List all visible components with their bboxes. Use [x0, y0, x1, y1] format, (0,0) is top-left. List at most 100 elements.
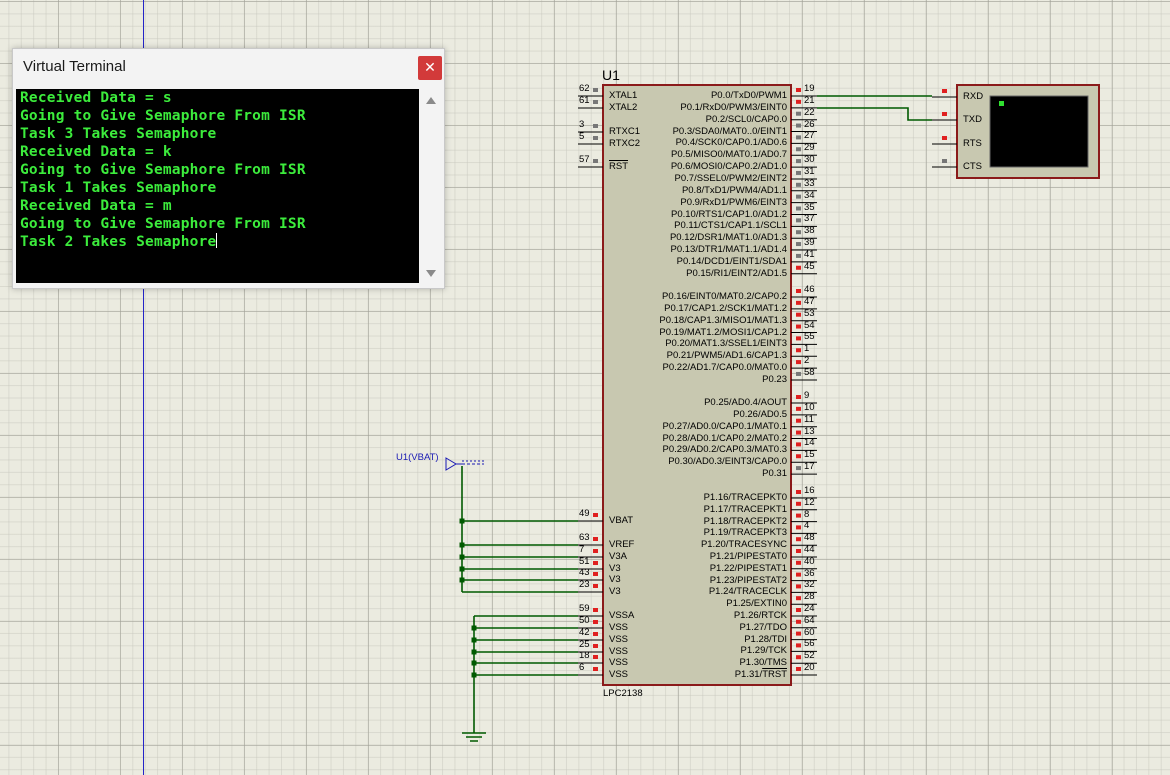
wire[interactable] [817, 107, 932, 121]
window-title: Virtual Terminal [23, 58, 126, 75]
pin-marker [593, 655, 598, 659]
terminal-output[interactable]: Received Data = s Going to Give Semaphore… [16, 89, 419, 283]
pin-number: 36 [804, 567, 815, 579]
pin-number: 63 [579, 532, 590, 543]
vterm-pin-label: RXD [963, 91, 984, 102]
pin-number: 9 [804, 390, 810, 401]
scrollbar[interactable] [422, 89, 440, 283]
pin-label: P0.11/CTS1/CAP1.1/SCL1 [674, 220, 787, 232]
pin-label: P0.5/MISO0/MAT0.1/AD0.7 [671, 149, 787, 161]
pin-marker [593, 584, 598, 588]
terminal-line: Received Data = s [20, 90, 172, 106]
pin-marker [796, 265, 801, 270]
pin-marker [796, 170, 801, 175]
junction-dot [471, 660, 477, 666]
pin-marker [593, 537, 598, 541]
pin-label: V3 [609, 574, 621, 585]
pin-number: 17 [804, 461, 815, 473]
pin-label: P0.2/SCL0/CAP0.0 [705, 113, 787, 125]
pin-number: 53 [804, 307, 815, 319]
pin-number: 37 [804, 213, 815, 225]
pin-label: XTAL2 [609, 102, 638, 113]
pin-marker [593, 136, 598, 140]
pin-marker [796, 395, 801, 399]
pin-label: VSS [609, 657, 629, 668]
pin-marker [796, 300, 801, 305]
pin-label: P0.26/AD0.5 [733, 408, 787, 420]
pin-number: 48 [804, 532, 815, 544]
pin-number: 27 [804, 130, 815, 142]
pin-marker [796, 418, 801, 423]
pin-label: P0.27/AD0.0/CAP0.1/MAT0.1 [662, 420, 787, 432]
pin-label: P0.21/PWM5/AD1.6/CAP1.3 [666, 350, 787, 362]
pin-label: P1.27/TDO [739, 621, 787, 633]
close-icon[interactable]: ✕ [418, 56, 442, 80]
pin-number: 14 [804, 437, 815, 449]
pin-label: P1.28/TDI [744, 633, 787, 645]
pin-marker [942, 89, 947, 93]
pin-number: 8 [804, 508, 810, 520]
pin-label: RTXC2 [609, 138, 640, 149]
pin-label: VBAT [609, 515, 634, 526]
pin-marker [796, 454, 801, 459]
terminal-line: Going to Give Semaphore From ISR [20, 162, 306, 178]
pin-label: VSS [609, 622, 629, 633]
pin-number: 7 [579, 544, 585, 555]
pin-marker [796, 608, 801, 612]
pin-number: 40 [804, 555, 815, 567]
pin-marker [796, 442, 801, 447]
pin-number: 4 [804, 520, 810, 532]
vterm-pin-label: RTS [963, 138, 982, 149]
terminal-line: Going to Give Semaphore From ISR [20, 108, 306, 124]
pin-label: P0.28/AD0.1/CAP0.2/MAT0.2 [662, 432, 787, 444]
pin-marker [796, 218, 801, 223]
pin-number: 50 [579, 615, 590, 626]
pin-number: 60 [804, 626, 815, 638]
pin-number: 38 [804, 225, 815, 237]
pin-number: 52 [804, 650, 815, 662]
pin-label: P0.23 [762, 373, 787, 385]
pin-number: 46 [804, 284, 815, 295]
pin-marker [593, 88, 598, 92]
pin-label: VREF [609, 539, 635, 550]
pin-marker [796, 289, 801, 293]
junction-dot [471, 637, 477, 643]
pin-number: 16 [804, 485, 815, 496]
pin-number: 44 [804, 544, 815, 555]
pin-marker [942, 112, 947, 116]
pin-marker [796, 430, 801, 435]
pin-number: 19 [804, 83, 815, 94]
pin-number: 28 [804, 591, 815, 603]
junction-dot [459, 554, 465, 560]
pin-marker [942, 159, 947, 163]
scroll-down-icon[interactable] [426, 270, 436, 277]
pin-number: 6 [579, 662, 585, 673]
pin-marker [593, 667, 598, 671]
pin-number: 12 [804, 496, 815, 508]
pin-marker [796, 596, 801, 601]
pin-label: P0.19/MAT1.2/MOSI1/CAP1.2 [659, 326, 787, 338]
junction-dot [471, 672, 477, 678]
vbat-terminal-label: U1(VBAT) [396, 452, 439, 463]
pin-marker [796, 123, 801, 128]
pin-label: VSS [609, 634, 629, 645]
pin-label: P1.16/TRACEPKT0 [703, 492, 787, 503]
pin-label: P0.1/RxD0/PWM3/EINT0 [680, 101, 787, 113]
junction-dot [459, 566, 465, 572]
pin-number: 5 [579, 131, 585, 142]
pin-number: 21 [804, 94, 815, 106]
pin-number: 1 [804, 343, 810, 355]
pin-label: P0.30/AD0.3/EINT3/CAP0.0 [668, 456, 787, 468]
pin-label: VSS [609, 646, 629, 657]
pin-label: P1.21/PIPESTAT0 [709, 551, 787, 562]
pin-label: P1.20/TRACESYNC [700, 539, 787, 551]
pin-number: 20 [804, 662, 815, 673]
pin-marker [796, 360, 801, 365]
scroll-up-icon[interactable] [426, 97, 436, 104]
pin-marker [796, 371, 801, 376]
pin-label: P1.25/EXTIN0 [726, 598, 787, 610]
virtual-terminal-window[interactable]: Virtual Terminal ✕ Received Data = s Goin… [12, 48, 445, 289]
pin-label: P0.3/SDA0/MAT0..0/EINT1 [672, 125, 787, 137]
pin-number: 61 [579, 95, 590, 106]
pin-marker [796, 242, 801, 247]
